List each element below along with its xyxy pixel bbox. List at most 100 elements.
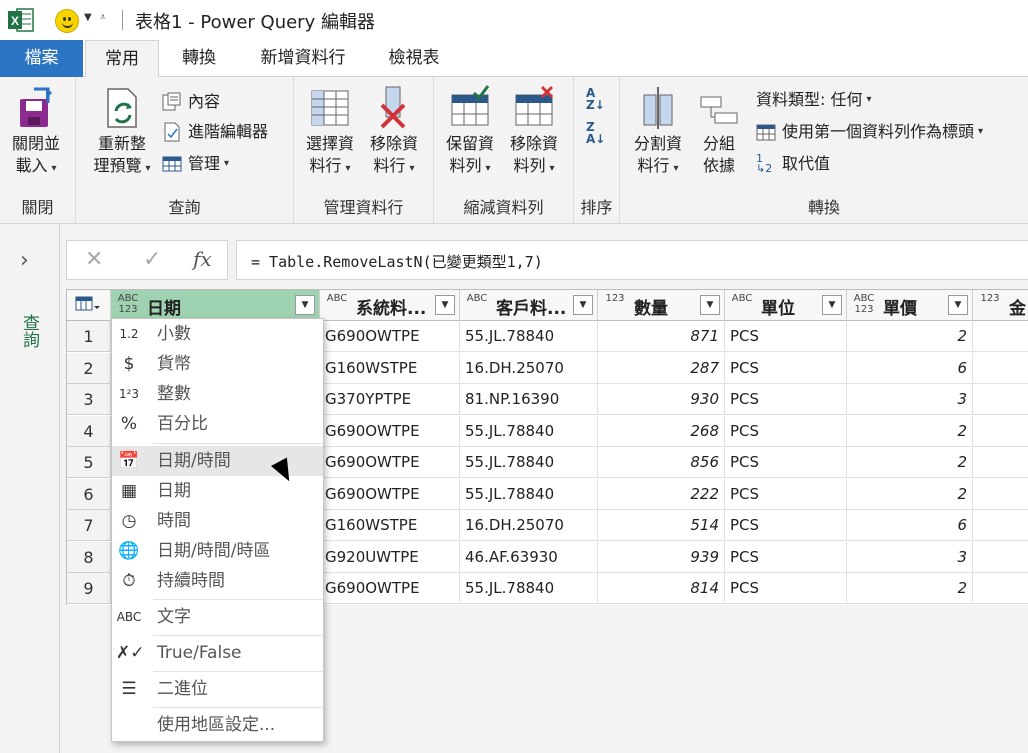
table-cell[interactable]: 814 bbox=[598, 573, 725, 604]
table-cell[interactable]: 6 bbox=[847, 352, 973, 384]
column-type-icon[interactable]: 123 bbox=[604, 293, 626, 304]
row-number[interactable]: 5 bbox=[67, 447, 111, 478]
tab-add-column[interactable]: 新增資料行 bbox=[246, 40, 360, 77]
menu-item-text[interactable]: ABC 文字 bbox=[112, 602, 323, 632]
table-cell[interactable]: G690OWTPE bbox=[320, 573, 460, 604]
table-cell[interactable]: 55.JL.78840 bbox=[460, 415, 598, 447]
column-header[interactable]: 123 數量 ▼ bbox=[598, 290, 725, 321]
advanced-editor-button[interactable]: 進階編輯器 bbox=[162, 119, 268, 145]
table-cell[interactable]: 939 bbox=[598, 541, 725, 573]
table-cell[interactable]: PCS bbox=[725, 415, 847, 447]
table-cell[interactable]: 6 bbox=[847, 510, 973, 541]
row-number[interactable]: 7 bbox=[67, 510, 111, 541]
table-menu-button[interactable] bbox=[67, 290, 111, 321]
refresh-preview-button[interactable]: 重新整 理預覽 ▾ bbox=[86, 85, 158, 180]
column-filter-dropdown-icon[interactable]: ▼ bbox=[822, 295, 842, 315]
table-cell[interactable]: 55.JL.78840 bbox=[460, 478, 598, 510]
column-type-icon[interactable]: ABC bbox=[731, 293, 753, 304]
table-cell[interactable]: 287 bbox=[598, 352, 725, 384]
feedback-smiley-icon[interactable] bbox=[55, 9, 79, 33]
table-cell[interactable] bbox=[973, 321, 1028, 352]
group-by-button[interactable]: 分組 依據 bbox=[692, 85, 746, 177]
table-cell[interactable]: PCS bbox=[725, 352, 847, 384]
confirm-formula-icon[interactable]: ✓ bbox=[143, 247, 161, 272]
table-cell[interactable]: G690OWTPE bbox=[320, 321, 460, 352]
row-number[interactable]: 4 bbox=[67, 415, 111, 447]
table-cell[interactable]: 2 bbox=[847, 321, 973, 352]
column-header[interactable]: 123 金 bbox=[973, 290, 1028, 321]
cancel-formula-icon[interactable]: ✕ bbox=[85, 247, 103, 272]
table-cell[interactable]: G920UWTPE bbox=[320, 541, 460, 573]
manage-button[interactable]: 管理 ▾ bbox=[162, 151, 229, 177]
table-cell[interactable]: 3 bbox=[847, 384, 973, 415]
table-cell[interactable] bbox=[973, 573, 1028, 604]
table-cell[interactable]: 16.DH.25070 bbox=[460, 510, 598, 541]
menu-item-using-locale[interactable]: 使用地區設定... bbox=[112, 710, 323, 740]
tab-transform[interactable]: 轉換 bbox=[164, 40, 234, 77]
table-cell[interactable]: PCS bbox=[725, 478, 847, 510]
table-cell[interactable] bbox=[973, 479, 1028, 510]
table-cell[interactable] bbox=[973, 384, 1028, 415]
table-cell[interactable]: 3 bbox=[847, 541, 973, 573]
use-first-row-as-headers-button[interactable]: 使用第一個資料列作為標頭 ▾ bbox=[756, 119, 983, 145]
column-type-icon[interactable]: ABC 123 bbox=[853, 293, 875, 315]
column-filter-dropdown-icon[interactable]: ▼ bbox=[948, 295, 968, 315]
table-cell[interactable]: G690OWTPE bbox=[320, 447, 460, 478]
column-filter-dropdown-icon[interactable]: ▼ bbox=[295, 295, 315, 315]
column-filter-dropdown-icon[interactable]: ▼ bbox=[700, 295, 720, 315]
remove-columns-button[interactable]: 移除資 料行 ▾ bbox=[364, 85, 424, 180]
table-cell[interactable]: 55.JL.78840 bbox=[460, 321, 598, 352]
column-type-icon[interactable]: 123 bbox=[979, 293, 1001, 304]
column-type-icon[interactable]: ABC bbox=[326, 293, 348, 304]
table-cell[interactable]: PCS bbox=[725, 541, 847, 573]
formula-input[interactable]: = Table.RemoveLastN(已變更類型1,7) bbox=[251, 251, 543, 272]
menu-item-duration[interactable]: ⏱ 持續時間 bbox=[112, 566, 323, 596]
keep-rows-button[interactable]: 保留資 料列 ▾ bbox=[440, 85, 500, 180]
column-filter-dropdown-icon[interactable]: ▼ bbox=[435, 295, 455, 315]
table-cell[interactable]: PCS bbox=[725, 573, 847, 604]
column-header[interactable]: ABC 123 日期 ▼ bbox=[111, 290, 320, 321]
table-cell[interactable]: 514 bbox=[598, 510, 725, 541]
formula-bar[interactable]: = Table.RemoveLastN(已變更類型1,7) bbox=[236, 240, 1028, 280]
replace-values-button[interactable]: 1 ↳2 取代值 bbox=[756, 151, 830, 177]
close-and-load-button[interactable]: 關閉並 載入 ▾ bbox=[6, 85, 66, 180]
column-type-icon[interactable]: ABC 123 bbox=[117, 293, 139, 315]
menu-item-binary[interactable]: ☰ 二進位 bbox=[112, 674, 323, 704]
menu-item-currency[interactable]: $ 貨幣 bbox=[112, 349, 323, 379]
split-column-button[interactable]: 分割資 料行 ▾ bbox=[626, 85, 690, 180]
table-cell[interactable]: 2 bbox=[847, 447, 973, 478]
queries-pane-label[interactable]: 查詢 bbox=[17, 314, 42, 348]
table-cell[interactable] bbox=[973, 416, 1028, 447]
table-cell[interactable]: PCS bbox=[725, 447, 847, 478]
tab-file[interactable]: 檔案 bbox=[0, 40, 83, 77]
tab-home[interactable]: 常用 bbox=[85, 40, 159, 78]
table-cell[interactable]: PCS bbox=[725, 321, 847, 352]
table-cell[interactable]: G690OWTPE bbox=[320, 415, 460, 447]
properties-button[interactable]: 內容 bbox=[162, 89, 220, 115]
table-cell[interactable]: 222 bbox=[598, 478, 725, 510]
column-header[interactable]: ABC 客戶料... ▼ bbox=[460, 290, 598, 321]
table-cell[interactable]: PCS bbox=[725, 384, 847, 415]
remove-rows-button[interactable]: 移除資 料列 ▾ bbox=[504, 85, 564, 180]
row-number[interactable]: 1 bbox=[67, 321, 111, 352]
menu-item-datetimezone[interactable]: 🌐 日期/時間/時區 bbox=[112, 536, 323, 566]
tab-view[interactable]: 檢視表 bbox=[374, 40, 454, 77]
table-cell[interactable]: 871 bbox=[598, 321, 725, 352]
table-cell[interactable] bbox=[973, 353, 1028, 384]
table-cell[interactable]: 2 bbox=[847, 415, 973, 447]
table-cell[interactable] bbox=[973, 510, 1028, 541]
row-number[interactable]: 8 bbox=[67, 541, 111, 573]
expand-pane-chevron-icon[interactable]: › bbox=[20, 248, 29, 273]
row-number[interactable]: 2 bbox=[67, 352, 111, 384]
function-fx-icon[interactable]: fx bbox=[193, 247, 212, 271]
table-cell[interactable]: 16.DH.25070 bbox=[460, 352, 598, 384]
menu-item-date[interactable]: ▦ 日期 bbox=[112, 476, 323, 506]
column-header[interactable]: ABC 單位 ▼ bbox=[725, 290, 847, 321]
smiley-dropdown-icon[interactable]: ▼ bbox=[84, 12, 92, 23]
menu-item-time[interactable]: ◷ 時間 bbox=[112, 506, 323, 536]
column-header[interactable]: ABC 123 單價 ▼ bbox=[847, 290, 973, 321]
column-header[interactable]: ABC 系統料... ▼ bbox=[320, 290, 460, 321]
row-number[interactable]: 9 bbox=[67, 573, 111, 604]
table-cell[interactable]: 930 bbox=[598, 384, 725, 415]
table-cell[interactable]: PCS bbox=[725, 510, 847, 541]
